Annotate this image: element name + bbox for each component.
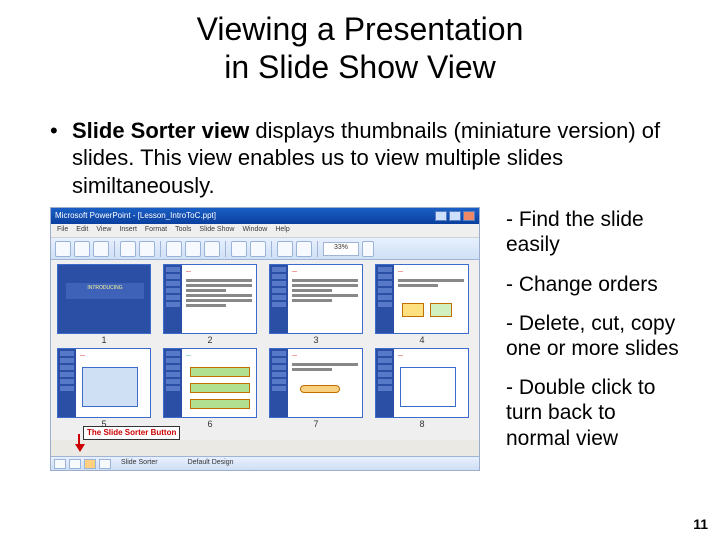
toolbar-preview-icon[interactable] xyxy=(139,241,155,257)
callout-arrow-icon xyxy=(75,444,85,452)
title-line-1: Viewing a Presentation xyxy=(197,11,524,47)
side-item-4: - Double click to turn back to normal vi… xyxy=(506,375,680,451)
slide-title: Viewing a Presentation in Slide Show Vie… xyxy=(40,10,680,87)
thumb-8[interactable]: — xyxy=(375,348,469,418)
pp-slide-sorter: INTRODUCING 1 — xyxy=(51,260,479,440)
content-row: Microsoft PowerPoint - [Lesson_IntroToC.… xyxy=(50,207,680,471)
thumb-3[interactable]: — xyxy=(269,264,363,334)
sorter-row-2: — 5 — xyxy=(57,348,473,430)
side-column: - Find the slide easily - Change orders … xyxy=(480,207,680,471)
page-number: 11 xyxy=(693,516,708,532)
toolbar-save-icon[interactable] xyxy=(93,241,109,257)
thumb-num-7: 7 xyxy=(269,418,363,430)
menu-help[interactable]: Help xyxy=(275,226,289,235)
powerpoint-screenshot: Microsoft PowerPoint - [Lesson_IntroToC.… xyxy=(50,207,480,471)
thumb-num-8: 8 xyxy=(375,418,469,430)
close-icon[interactable] xyxy=(463,211,475,221)
pp-toolbar: 33% xyxy=(51,238,479,260)
bullet-dot: • xyxy=(50,117,72,200)
thumb-num-1: 1 xyxy=(57,334,151,346)
toolbar-open-icon[interactable] xyxy=(74,241,90,257)
screenshot-column: Microsoft PowerPoint - [Lesson_IntroToC.… xyxy=(50,207,480,471)
status-label-1: Slide Sorter xyxy=(121,459,158,468)
menu-format[interactable]: Format xyxy=(145,226,167,235)
bullet-bold: Slide Sorter view xyxy=(72,118,249,143)
normal-view-icon[interactable] xyxy=(54,459,66,469)
slide-body: • Slide Sorter view displays thumbnails … xyxy=(50,117,680,472)
thumb-6[interactable]: — xyxy=(163,348,257,418)
thumb-1[interactable]: INTRODUCING xyxy=(57,264,151,334)
thumb-wrap-2[interactable]: — 2 xyxy=(163,264,257,346)
thumb-2[interactable]: — xyxy=(163,264,257,334)
bullet-1: • Slide Sorter view displays thumbnails … xyxy=(50,117,680,200)
toolbar-paste-icon[interactable] xyxy=(204,241,220,257)
toolbar-chart-icon[interactable] xyxy=(296,241,312,257)
toolbar-redo-icon[interactable] xyxy=(250,241,266,257)
side-item-3: - Delete, cut, copy one or more slides xyxy=(506,311,680,361)
thumb-wrap-5[interactable]: — 5 xyxy=(57,348,151,430)
toolbar-copy-icon[interactable] xyxy=(185,241,201,257)
pp-statusbar: Slide Sorter Default Design xyxy=(51,456,479,470)
thumb-num-4: 4 xyxy=(375,334,469,346)
toolbar-print-icon[interactable] xyxy=(120,241,136,257)
side-item-2: - Change orders xyxy=(506,272,680,297)
title-line-2: in Slide Show View xyxy=(224,49,496,85)
toolbar-undo-icon[interactable] xyxy=(231,241,247,257)
thumb-num-3: 3 xyxy=(269,334,363,346)
thumb-wrap-1[interactable]: INTRODUCING 1 xyxy=(57,264,151,346)
thumb-wrap-3[interactable]: — 3 xyxy=(269,264,363,346)
toolbar-more-icon[interactable] xyxy=(362,241,374,257)
sorter-row-1: INTRODUCING 1 — xyxy=(57,264,473,346)
slide-sorter-view-icon[interactable] xyxy=(84,459,96,469)
slide: Viewing a Presentation in Slide Show Vie… xyxy=(0,0,720,540)
zoom-box[interactable]: 33% xyxy=(323,242,359,256)
thumb-wrap-7[interactable]: — 7 xyxy=(269,348,363,430)
callout-box: The Slide Sorter Button xyxy=(83,426,180,440)
menu-insert[interactable]: Insert xyxy=(119,226,137,235)
thumb-wrap-6[interactable]: — 6 xyxy=(163,348,257,430)
pp-title-text: Microsoft PowerPoint - [Lesson_IntroToC.… xyxy=(55,211,216,221)
toolbar-table-icon[interactable] xyxy=(277,241,293,257)
minimize-icon[interactable] xyxy=(435,211,447,221)
menu-view[interactable]: View xyxy=(96,226,111,235)
thumb-7[interactable]: — xyxy=(269,348,363,418)
menu-window[interactable]: Window xyxy=(242,226,267,235)
slideshow-view-icon[interactable] xyxy=(99,459,111,469)
thumb-5[interactable]: — xyxy=(57,348,151,418)
menu-edit[interactable]: Edit xyxy=(76,226,88,235)
pp-menubar: File Edit View Insert Format Tools Slide… xyxy=(51,224,479,238)
menu-tools[interactable]: Tools xyxy=(175,226,191,235)
toolbar-cut-icon[interactable] xyxy=(166,241,182,257)
maximize-icon[interactable] xyxy=(449,211,461,221)
toolbar-new-icon[interactable] xyxy=(55,241,71,257)
thumb-wrap-8[interactable]: — 8 xyxy=(375,348,469,430)
pp-titlebar: Microsoft PowerPoint - [Lesson_IntroToC.… xyxy=(51,208,479,224)
menu-slideshow[interactable]: Slide Show xyxy=(199,226,234,235)
thumb-1-title: INTRODUCING xyxy=(66,283,144,299)
outline-view-icon[interactable] xyxy=(69,459,81,469)
thumb-wrap-4[interactable]: — 4 xyxy=(375,264,469,346)
bullet-text: Slide Sorter view displays thumbnails (m… xyxy=(72,117,680,200)
status-label-2: Default Design xyxy=(188,459,234,468)
side-item-1: - Find the slide easily xyxy=(506,207,680,257)
thumb-4[interactable]: — xyxy=(375,264,469,334)
thumb-num-2: 2 xyxy=(163,334,257,346)
menu-file[interactable]: File xyxy=(57,226,68,235)
